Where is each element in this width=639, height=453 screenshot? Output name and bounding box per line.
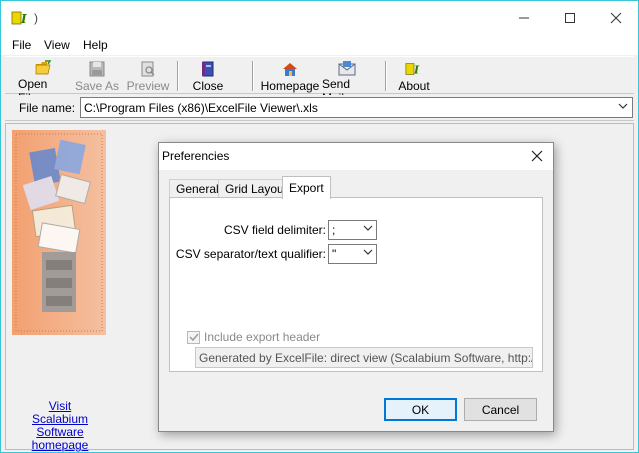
- title-bar: I ): [1, 1, 638, 35]
- save-as-label: Save As: [74, 79, 120, 93]
- send-mail-button[interactable]: Send Mail: [322, 58, 372, 105]
- menu-help[interactable]: Help: [83, 38, 108, 52]
- include-header-label: Include export header: [204, 330, 321, 344]
- ok-button[interactable]: OK: [384, 398, 457, 421]
- cancel-button[interactable]: Cancel: [464, 398, 537, 421]
- file-name-combo[interactable]: C:\Program Files (x86)\ExcelFile Viewer\…: [80, 97, 633, 118]
- dialog-title-bar: Preferencies: [159, 143, 553, 170]
- preview-icon: [139, 60, 157, 78]
- homepage-label: Homepage: [260, 79, 320, 93]
- homepage-button[interactable]: Homepage: [261, 58, 319, 94]
- csv-delimiter-select[interactable]: ;: [328, 220, 377, 240]
- maximize-button[interactable]: [547, 1, 593, 35]
- open-folder-icon: [35, 60, 53, 76]
- csv-qualifier-select[interactable]: ": [328, 244, 377, 264]
- toolbar-separator: [177, 61, 179, 91]
- preview-button[interactable]: Preview: [125, 58, 171, 94]
- menu-view[interactable]: View: [44, 38, 70, 52]
- save-as-button[interactable]: Save As: [74, 58, 120, 94]
- csv-delimiter-label: CSV field delimiter:: [223, 223, 326, 237]
- close-label: Close: [192, 79, 224, 93]
- file-name-label: File name:: [19, 101, 76, 115]
- tab-export[interactable]: Export: [282, 176, 331, 199]
- about-label: About: [398, 79, 430, 93]
- export-header-value: Generated by ExcelFile: direct view (Sca…: [199, 351, 533, 365]
- export-tab-panel: CSV field delimiter: ; CSV separator/tex…: [169, 197, 543, 372]
- csv-qualifier-value: ": [332, 247, 337, 261]
- menu-file[interactable]: File: [12, 38, 31, 52]
- svg-text:I: I: [20, 12, 27, 26]
- mail-icon: [338, 60, 356, 76]
- about-button[interactable]: I About: [395, 58, 433, 94]
- main-window: I ) File View Help Open File Save As: [0, 0, 639, 453]
- open-file-button[interactable]: Open File: [18, 58, 70, 105]
- svg-text:I: I: [413, 64, 420, 77]
- link-line-2[interactable]: Scalabium Software: [10, 413, 110, 439]
- preferences-dialog: Preferencies General Grid Layout Export …: [158, 142, 554, 432]
- product-box-image: [12, 130, 106, 335]
- window-close-button[interactable]: [593, 1, 639, 35]
- minimize-button[interactable]: [501, 1, 547, 35]
- floppy-disk-icon: [88, 60, 106, 78]
- toolbar: Open File Save As Preview Close Ho: [5, 56, 634, 105]
- toolbar-separator: [252, 61, 254, 91]
- csv-qualifier-label: CSV separator/text qualifier:: [175, 247, 326, 261]
- visit-homepage-link[interactable]: Visit Scalabium Software homepage: [10, 400, 110, 452]
- about-icon: I: [405, 60, 423, 78]
- include-header-row: Include export header: [187, 329, 320, 345]
- dialog-title: Preferencies: [162, 149, 230, 163]
- app-logo-icon: I: [11, 10, 31, 26]
- preview-label: Preview: [126, 79, 170, 93]
- file-name-bar: File name: C:\Program Files (x86)\ExcelF…: [5, 95, 634, 121]
- chevron-down-icon[interactable]: [363, 224, 373, 235]
- window-title: ): [34, 11, 38, 25]
- toolbar-separator: [385, 61, 387, 91]
- menu-bar: File View Help: [1, 35, 638, 55]
- home-icon: [281, 60, 299, 78]
- chevron-down-icon[interactable]: [618, 101, 628, 113]
- link-line-3[interactable]: homepage: [10, 439, 110, 452]
- include-header-checkbox[interactable]: [187, 330, 200, 344]
- file-name-value: C:\Program Files (x86)\ExcelFile Viewer\…: [84, 101, 318, 115]
- csv-delimiter-value: ;: [332, 223, 336, 237]
- close-book-icon: [199, 60, 217, 78]
- dialog-close-icon[interactable]: [527, 146, 547, 166]
- close-button[interactable]: Close: [188, 58, 228, 94]
- export-header-input[interactable]: Generated by ExcelFile: direct view (Sca…: [195, 347, 533, 368]
- chevron-down-icon[interactable]: [363, 248, 373, 259]
